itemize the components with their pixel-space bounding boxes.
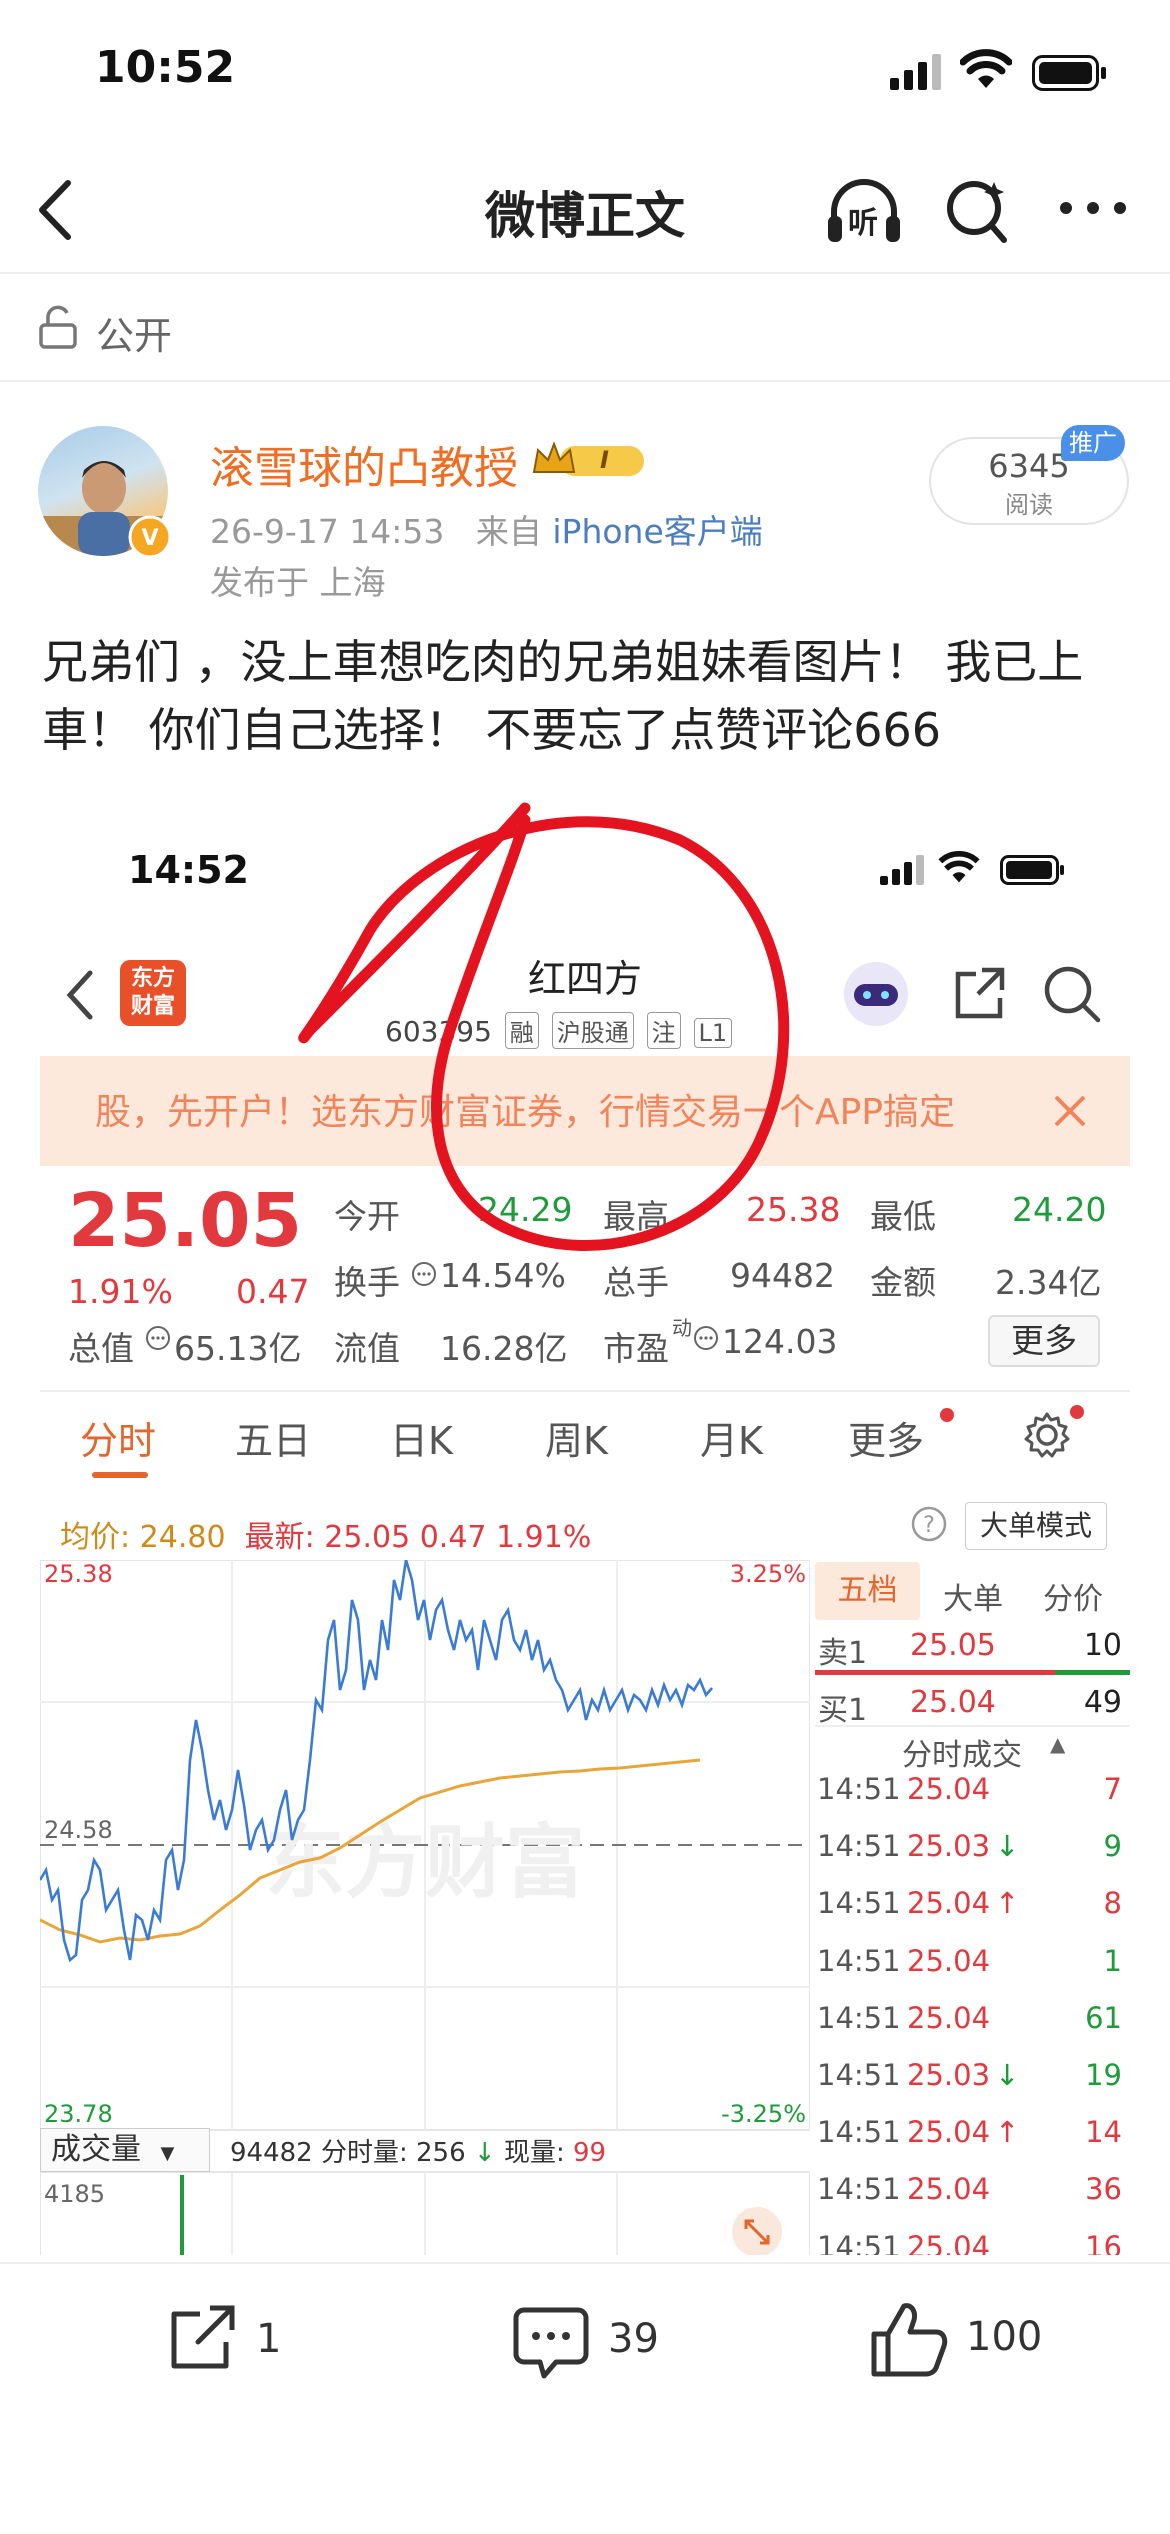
comment-button[interactable]: 39 [508,2300,678,2386]
promo-badge[interactable]: 推广 [1061,425,1125,461]
verified-badge-icon: V [128,515,172,559]
red-circle-annotation [298,802,790,1251]
repost-count: 1 [256,2316,282,2362]
like-count: 100 [966,2314,1043,2360]
cellular-signal-icon [890,54,941,90]
author-name[interactable]: 滚雪球的凸教授 [210,432,518,496]
unlock-icon [39,305,77,349]
post-date: 26-9-17 14:53 [210,512,445,551]
like-button[interactable]: 100 [866,2296,1076,2386]
post-source-link[interactable]: iPhone客户端 [552,512,762,551]
nav-divider [0,272,1170,274]
repost-button[interactable]: 1 [160,2300,300,2386]
post-image[interactable]: 14:52 东方 财富 红四方 603395 融 沪股通 注 L1 股，先开户！… [40,800,1130,2255]
like-thumb-icon [871,2303,948,2377]
wifi-icon [960,49,1012,88]
repost-icon [171,2305,235,2369]
post-text: 兄弟们 ，没上車想吃肉的兄弟姐妹看图片！ 我已上車！ 你们自己选择！ 不要忘了点… [42,635,1084,757]
badge-level: I [600,446,609,474]
battery-icon [1032,55,1106,91]
comment-icon [513,2307,589,2379]
more-menu-icon[interactable] [1058,198,1128,218]
member-badge[interactable]: I [530,438,650,482]
crown-icon [532,441,644,476]
visibility-label: 公开 [96,314,173,358]
listen-label: 听 [848,206,878,241]
post-meta: 26-9-17 14:53 来自 iPhone客户端 [210,505,763,553]
source-prefix: 来自 [475,512,542,551]
status-time: 10:52 [95,42,236,93]
search-icon[interactable] [942,172,1012,248]
svg-text:V: V [141,526,158,551]
comment-count: 39 [608,2316,659,2362]
reads-label: 阅读 [1005,491,1053,519]
listen-button[interactable]: 听 [822,170,906,254]
post-location: 发布于 上海 [210,563,386,602]
visibility-divider [0,380,1170,382]
